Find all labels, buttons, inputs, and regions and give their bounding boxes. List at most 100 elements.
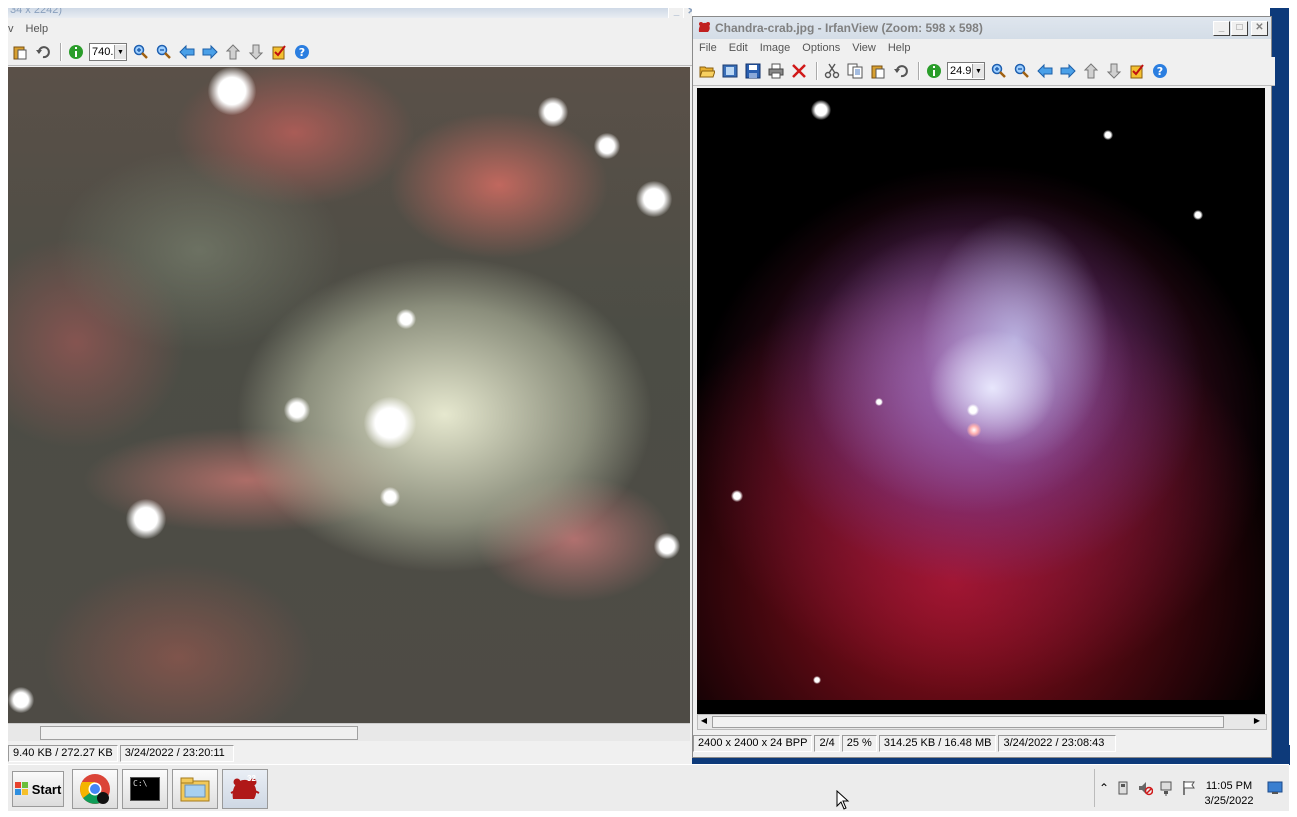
irfanview-app-icon [696, 20, 712, 36]
undo-icon[interactable] [891, 61, 911, 81]
down-arrow-icon[interactable] [246, 42, 266, 62]
star-blob [636, 181, 672, 217]
irfanview-badge: 32 [247, 774, 256, 783]
up-arrow-icon[interactable] [1081, 61, 1101, 81]
filmstrip-icon[interactable] [720, 61, 740, 81]
status-zoom-percent: 25 % [841, 734, 877, 752]
checklist-icon[interactable] [1127, 61, 1147, 81]
print-icon[interactable] [766, 61, 786, 81]
star-point [875, 398, 883, 406]
svg-text:?: ? [299, 46, 305, 59]
taskbar: Start C:\ 32 ⌃ 11:05 PM 3/25/2022 [8, 764, 1289, 811]
right-irfanview-window: Chandra-crab.jpg - IrfanView (Zoom: 598 … [692, 16, 1275, 758]
left-zoom-dropdown[interactable]: 740. ▼ [89, 43, 127, 61]
toolbar-separator [816, 62, 818, 80]
delete-icon[interactable] [789, 61, 809, 81]
cmd-icon[interactable]: C:\ [122, 769, 168, 809]
undo-icon[interactable] [33, 42, 53, 62]
volume-muted-icon[interactable] [1137, 780, 1154, 799]
down-arrow-icon[interactable] [1104, 61, 1124, 81]
left-toolbar: 740. ▼ ? [8, 39, 694, 66]
svg-text:?: ? [1157, 65, 1163, 78]
right-scroll-thumb[interactable] [712, 716, 1224, 728]
right-maximize-button[interactable]: □ [1231, 21, 1248, 36]
next-arrow-icon[interactable] [1058, 61, 1078, 81]
zoom-out-icon[interactable] [154, 42, 174, 62]
right-horizontal-scrollbar[interactable]: ◀ ▶ [697, 714, 1267, 730]
left-status-bar: 9.40 KB / 272.27 KB 3/24/2022 / 23:20:11 [8, 743, 692, 763]
status-file-index: 2/4 [814, 734, 840, 752]
left-menu-help[interactable]: Help [20, 23, 55, 35]
menu-help[interactable]: Help [882, 42, 917, 54]
open-folder-icon[interactable] [697, 61, 717, 81]
network-icon[interactable] [1159, 780, 1175, 799]
tray-expand-icon[interactable]: ⌃ [1099, 781, 1109, 795]
right-zoom-dropdown[interactable]: 24.9 ▼ [947, 62, 985, 80]
save-icon[interactable] [743, 61, 763, 81]
chevron-down-icon: ▼ [114, 45, 126, 59]
copy-icon[interactable] [845, 61, 865, 81]
star-blob [396, 309, 416, 329]
action-center-flag-icon[interactable] [1181, 780, 1197, 799]
explorer-icon[interactable] [172, 769, 218, 809]
star-blob [594, 133, 620, 159]
cut-icon[interactable] [822, 61, 842, 81]
star-blob [654, 533, 680, 559]
info-icon[interactable] [924, 61, 944, 81]
checklist-icon[interactable] [269, 42, 289, 62]
paste-icon[interactable] [10, 42, 30, 62]
right-toolbar: 24.9 ▼ ? [693, 57, 1275, 86]
left-window-title: 34 x 2242) _ ✕ [8, 8, 692, 18]
menu-view[interactable]: View [846, 42, 882, 54]
left-status-filesize: 9.40 KB / 272.27 KB [8, 744, 118, 762]
star-blob [284, 397, 310, 423]
right-minimize-button[interactable]: _ [1213, 21, 1230, 36]
help-icon[interactable]: ? [292, 42, 312, 62]
left-close-button[interactable]: ✕ [683, 8, 692, 18]
clock[interactable]: 11:05 PM 3/25/2022 [1199, 779, 1259, 809]
irfanview-icon[interactable]: 32 [222, 769, 268, 809]
previous-arrow-icon[interactable] [177, 42, 197, 62]
paste-icon[interactable] [868, 61, 888, 81]
menu-file[interactable]: File [693, 42, 723, 54]
scroll-left-icon[interactable]: ◀ [699, 716, 709, 726]
show-desktop-icon[interactable] [1267, 781, 1283, 798]
menu-options[interactable]: Options [796, 42, 846, 54]
right-zoom-value: 24.9 [950, 65, 972, 77]
chrome-icon[interactable] [72, 769, 118, 809]
star-blob [208, 67, 256, 115]
previous-arrow-icon[interactable] [1035, 61, 1055, 81]
right-image-canvas[interactable] [697, 88, 1265, 714]
menu-image[interactable]: Image [754, 42, 797, 54]
right-window-title: Chandra-crab.jpg - IrfanView (Zoom: 598 … [715, 21, 983, 35]
right-title-bar[interactable]: Chandra-crab.jpg - IrfanView (Zoom: 598 … [693, 17, 1271, 39]
star-point [1193, 210, 1203, 220]
clock-date: 3/25/2022 [1204, 795, 1254, 807]
zoom-in-icon[interactable] [131, 42, 151, 62]
next-arrow-icon[interactable] [200, 42, 220, 62]
left-menu-view[interactable]: v [8, 23, 20, 35]
desktop-background [1270, 8, 1289, 764]
right-close-button[interactable]: ✕ [1251, 21, 1268, 36]
left-status-datetime: 3/24/2022 / 23:20:11 [119, 744, 234, 762]
up-arrow-icon[interactable] [223, 42, 243, 62]
left-image-canvas[interactable] [8, 67, 690, 723]
cmd-glyph: C:\ [130, 777, 160, 801]
status-datetime: 3/24/2022 / 23:08:43 [998, 734, 1117, 752]
help-icon[interactable]: ? [1150, 61, 1170, 81]
left-horizontal-scrollbar[interactable] [8, 723, 690, 741]
chevron-down-icon: ▼ [972, 64, 984, 78]
start-button[interactable]: Start [12, 771, 64, 807]
status-dimensions: 2400 x 2400 x 24 BPP [693, 734, 813, 752]
left-scroll-thumb[interactable] [40, 726, 358, 740]
zoom-out-icon[interactable] [1012, 61, 1032, 81]
menu-edit[interactable]: Edit [723, 42, 754, 54]
star-point [811, 100, 831, 120]
usb-device-icon[interactable] [1115, 780, 1131, 799]
left-zoom-value: 740. [92, 46, 114, 58]
scroll-right-icon[interactable]: ▶ [1252, 716, 1262, 726]
system-tray: ⌃ 11:05 PM 3/25/2022 [1094, 769, 1285, 807]
left-menu-bar: v Help [8, 20, 692, 38]
info-icon[interactable] [66, 42, 86, 62]
zoom-in-icon[interactable] [989, 61, 1009, 81]
